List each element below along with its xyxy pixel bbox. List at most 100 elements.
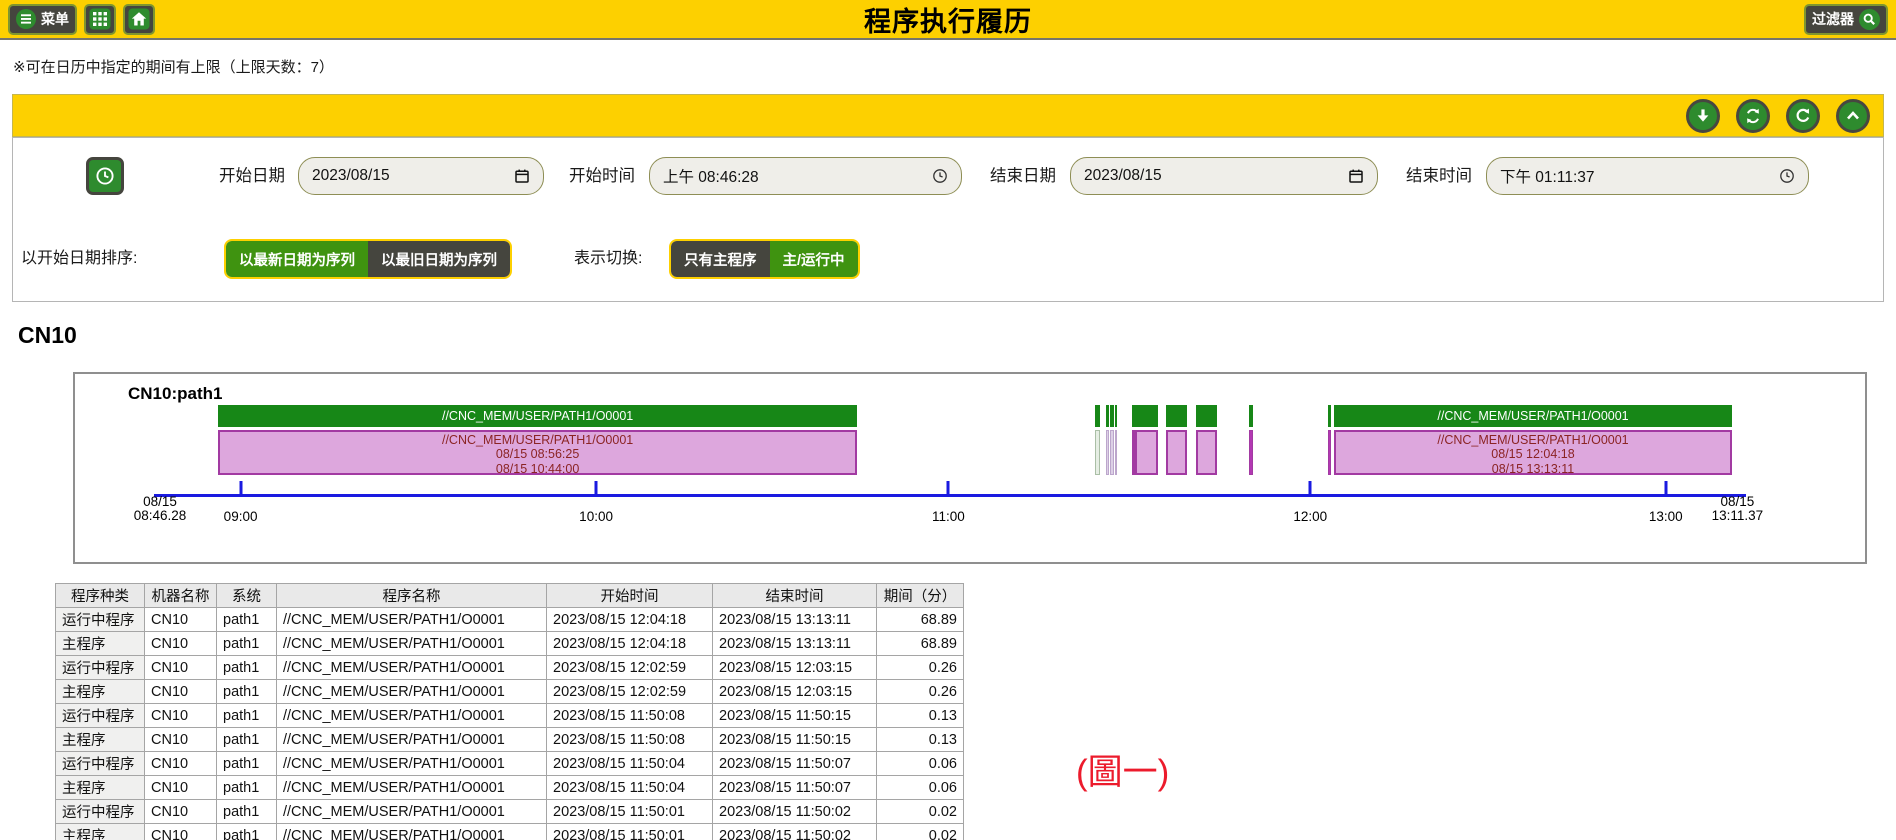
- download-icon: [1693, 106, 1713, 126]
- bar-text-line: //CNC_MEM/USER/PATH1/O0001: [1336, 433, 1730, 447]
- home-icon: [128, 8, 150, 30]
- table-cell: 2023/08/15 11:50:08: [547, 728, 713, 752]
- start-time-input[interactable]: 上午 08:46:28: [649, 157, 962, 195]
- table-header-row: 程序种类机器名称系统程序名称开始时间结束时间期间（分）: [56, 584, 964, 608]
- table-cell: //CNC_MEM/USER/PATH1/O0001: [277, 656, 547, 680]
- table-cell: path1: [217, 608, 277, 632]
- table-row: 主程序CN10path1//CNC_MEM/USER/PATH1/O000120…: [56, 776, 964, 800]
- sync-icon: [1743, 106, 1763, 126]
- table-cell: path1: [217, 752, 277, 776]
- filter-panel: 开始日期 2023/08/15 开始时间 上午 08:46:28 结束日期 20…: [12, 137, 1884, 302]
- table-cell: //CNC_MEM/USER/PATH1/O0001: [277, 824, 547, 840]
- timeline-bar-main: [1328, 405, 1331, 427]
- table-cell: 2023/08/15 11:50:07: [713, 752, 877, 776]
- column-header: 开始时间: [547, 584, 713, 608]
- timeline-bar-main: [1132, 405, 1158, 427]
- timeline-bar-running: [1166, 430, 1187, 475]
- timeline-bar-main: //CNC_MEM/USER/PATH1/O0001: [1334, 405, 1732, 427]
- axis-tick-label: 13:00: [1649, 509, 1683, 524]
- table-cell: //CNC_MEM/USER/PATH1/O0001: [277, 632, 547, 656]
- table-cell: 2023/08/15 12:02:59: [547, 680, 713, 704]
- menu-button[interactable]: 菜单: [8, 4, 77, 35]
- table-cell: 0.06: [877, 752, 964, 776]
- time-range-button[interactable]: [86, 157, 124, 195]
- bar-text-line: 08/15 10:44:00: [220, 462, 854, 475]
- table-cell: 2023/08/15 11:50:08: [547, 704, 713, 728]
- table-cell: //CNC_MEM/USER/PATH1/O0001: [277, 704, 547, 728]
- display-main-running-button[interactable]: 主/运行中: [770, 241, 858, 277]
- timeline-bar-main: [1249, 405, 1254, 427]
- table-cell: //CNC_MEM/USER/PATH1/O0001: [277, 776, 547, 800]
- table-cell: CN10: [145, 824, 217, 840]
- table-cell: 0.26: [877, 680, 964, 704]
- table-cell: 0.02: [877, 824, 964, 840]
- axis-end-date: 08/15: [1712, 495, 1764, 509]
- table-cell: 2023/08/15 12:04:18: [547, 632, 713, 656]
- table-cell: //CNC_MEM/USER/PATH1/O0001: [277, 752, 547, 776]
- timeline-bar-running: //CNC_MEM/USER/PATH1/O000108/15 08:56:25…: [218, 430, 856, 475]
- table-cell: //CNC_MEM/USER/PATH1/O0001: [277, 728, 547, 752]
- axis-end-label: 08/15 13:11.37: [1712, 495, 1764, 523]
- table-cell: //CNC_MEM/USER/PATH1/O0001: [277, 608, 547, 632]
- start-date-input[interactable]: 2023/08/15: [298, 157, 544, 195]
- table-cell: 2023/08/15 13:13:11: [713, 608, 877, 632]
- table-cell: CN10: [145, 776, 217, 800]
- sort-newest-button[interactable]: 以最新日期为序列: [226, 241, 368, 277]
- sort-order-label: 以开始日期排序:: [21, 241, 137, 277]
- timeline-plot: //CNC_MEM/USER/PATH1/O0001//CNC_MEM/USER…: [160, 374, 1740, 562]
- table-cell: path1: [217, 632, 277, 656]
- timeline-bar-running: //CNC_MEM/USER/PATH1/O000108/15 12:04:18…: [1334, 430, 1732, 475]
- page-title: 程序执行履历: [0, 0, 1896, 39]
- table-cell: 2023/08/15 12:02:59: [547, 656, 713, 680]
- table-cell: path1: [217, 704, 277, 728]
- timeline-bar-main: [1166, 405, 1187, 427]
- timeline-bar-main: [1110, 405, 1113, 427]
- apps-grid-button[interactable]: [84, 4, 116, 35]
- axis-start-time: 08:46.28: [134, 509, 187, 523]
- timeline-row-main-program: //CNC_MEM/USER/PATH1/O0001//CNC_MEM/USER…: [160, 405, 1740, 427]
- end-date-input[interactable]: 2023/08/15: [1070, 157, 1378, 195]
- axis-tick-label: 11:00: [932, 509, 965, 524]
- table-cell: 0.26: [877, 656, 964, 680]
- display-toggle-label: 表示切换:: [574, 241, 642, 277]
- column-header: 程序名称: [277, 584, 547, 608]
- table-cell: CN10: [145, 800, 217, 824]
- calendar-limit-note: ※可在日历中指定的期间有上限（上限天数：7）: [13, 56, 334, 77]
- table-cell: 0.06: [877, 776, 964, 800]
- timeline-bar-running: [1110, 430, 1113, 475]
- table-row: 运行中程序CN10path1//CNC_MEM/USER/PATH1/O0001…: [56, 752, 964, 776]
- table-cell: path1: [217, 680, 277, 704]
- column-header: 系统: [217, 584, 277, 608]
- home-button[interactable]: [123, 4, 155, 35]
- sort-oldest-button[interactable]: 以最旧日期为序列: [368, 241, 510, 277]
- table-row: 运行中程序CN10path1//CNC_MEM/USER/PATH1/O0001…: [56, 608, 964, 632]
- axis-end-time: 13:11.37: [1712, 509, 1764, 523]
- filter-button[interactable]: 过滤器: [1804, 4, 1888, 35]
- end-date-value: 2023/08/15: [1084, 167, 1348, 185]
- table-cell: 2023/08/15 11:50:07: [713, 776, 877, 800]
- table-cell: 2023/08/15 11:50:04: [547, 752, 713, 776]
- top-header-bar: 菜单 程序执行履历 过滤器: [0, 0, 1896, 40]
- table-cell: //CNC_MEM/USER/PATH1/O0001: [277, 680, 547, 704]
- display-main-only-button[interactable]: 只有主程序: [671, 241, 770, 277]
- bar-text-line: 08/15 12:04:18: [1336, 447, 1730, 461]
- axis-start-label: 08/15 08:46.28: [134, 495, 187, 523]
- column-header: 程序种类: [56, 584, 145, 608]
- chart-toolbar: [12, 94, 1884, 137]
- clock-icon: [1779, 168, 1795, 184]
- collapse-button[interactable]: [1836, 99, 1870, 133]
- end-time-input[interactable]: 下午 01:11:37: [1486, 157, 1809, 195]
- start-date-value: 2023/08/15: [312, 167, 514, 185]
- hamburger-icon: [16, 9, 36, 29]
- download-button[interactable]: [1686, 99, 1720, 133]
- table-cell: 68.89: [877, 632, 964, 656]
- table-row: 运行中程序CN10path1//CNC_MEM/USER/PATH1/O0001…: [56, 800, 964, 824]
- refresh-button[interactable]: [1786, 99, 1820, 133]
- timeline-row-running-program: //CNC_MEM/USER/PATH1/O000108/15 08:56:25…: [160, 430, 1740, 475]
- table-cell: 2023/08/15 11:50:01: [547, 824, 713, 840]
- table-cell: 2023/08/15 11:50:15: [713, 704, 877, 728]
- table-cell: path1: [217, 776, 277, 800]
- sync-button[interactable]: [1736, 99, 1770, 133]
- axis-tick-label: 12:00: [1293, 509, 1327, 524]
- table-cell: 运行中程序: [56, 752, 145, 776]
